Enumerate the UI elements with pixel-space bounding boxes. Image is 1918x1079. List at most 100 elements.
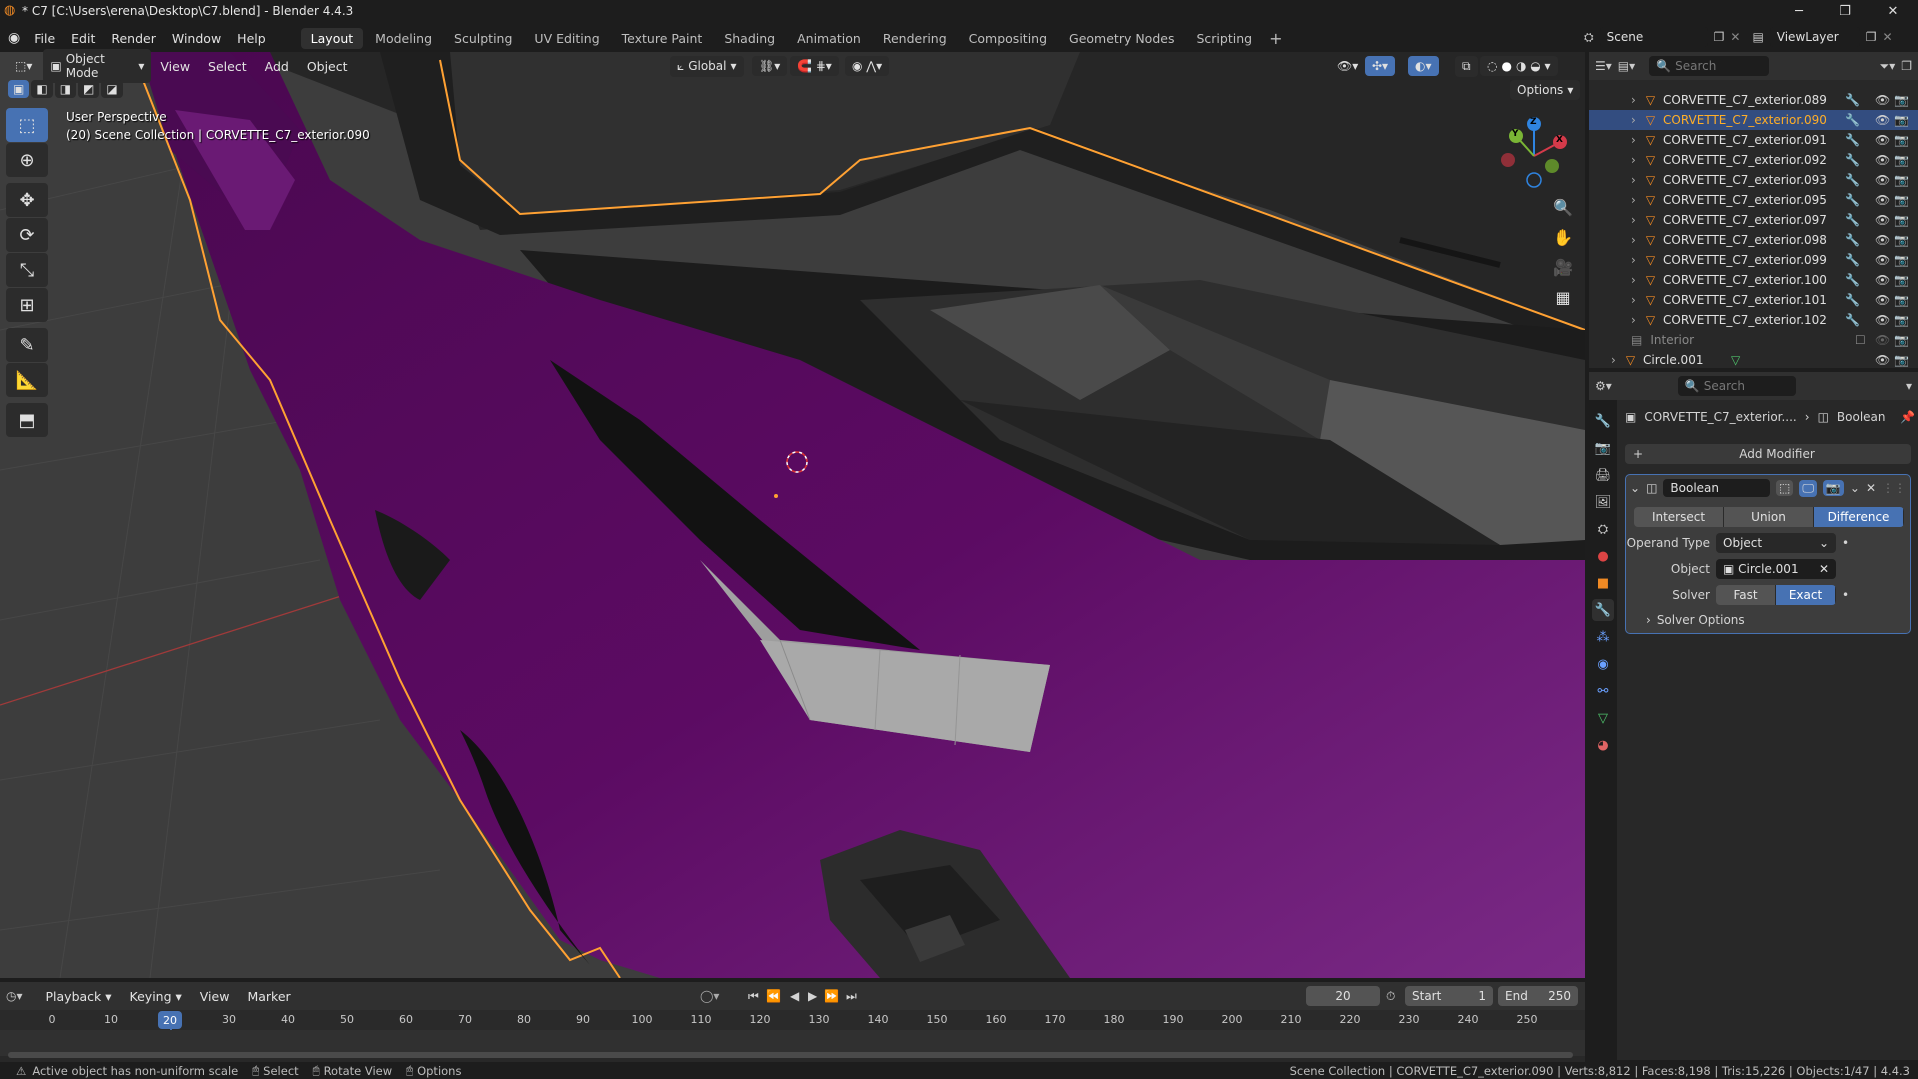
solver-fast-button[interactable]: Fast	[1716, 585, 1776, 605]
expand-arrow-icon[interactable]: ›	[1631, 273, 1636, 287]
modifier-wrench-icon[interactable]: 🔧	[1845, 93, 1860, 107]
timeline-ruler[interactable]: 0 10 20 30 40 50 60 70 80 90 100 110 120 130 140 150 160…	[0, 1010, 1585, 1055]
select-subtract-icon[interactable]: ◨	[54, 80, 77, 98]
pivot-selector[interactable]: ⛓▾	[752, 56, 788, 76]
measure-tool-icon[interactable]: 📐	[6, 363, 48, 397]
intersect-button[interactable]: Intersect	[1634, 507, 1724, 527]
overlay-toggle[interactable]: ◐▾	[1408, 56, 1439, 76]
union-button[interactable]: Union	[1724, 507, 1814, 527]
maximize-button[interactable]: ❐	[1822, 0, 1868, 22]
modifier-wrench-icon[interactable]: 🔧	[1845, 173, 1860, 187]
scale-tool-icon[interactable]: ⤡	[6, 253, 48, 287]
edit-mode-toggle-icon[interactable]: ⬚	[1776, 480, 1794, 496]
tab-texture-paint[interactable]: Texture Paint	[612, 28, 713, 49]
orientation-selector[interactable]: ⟀ Global ▾	[670, 55, 744, 77]
modifier-wrench-icon[interactable]: 🔧	[1845, 273, 1860, 287]
outliner-row[interactable]: › ▽ CORVETTE_C7_exterior.089 🔧 👁 📷	[1589, 90, 1918, 110]
start-frame-input[interactable]: Start 1	[1405, 986, 1493, 1006]
tab-modeling[interactable]: Modeling	[365, 28, 442, 49]
filter-icon[interactable]: ⏷▾	[1880, 59, 1896, 74]
delete-view-layer-icon[interactable]: ✕	[1883, 30, 1893, 44]
render-icon[interactable]: 📷	[1894, 233, 1909, 247]
constraints-tab-icon[interactable]: ⚯	[1592, 680, 1614, 702]
tab-shading[interactable]: Shading	[714, 28, 785, 49]
expand-arrow-icon[interactable]: ›	[1631, 133, 1636, 147]
gizmo-toggle[interactable]: ✣▾	[1365, 56, 1396, 76]
outliner-row-circle[interactable]: › ▽ Circle.001 ▽ 👁 📷	[1589, 350, 1918, 370]
navigation-gizmo[interactable]: Z X Y	[1490, 112, 1570, 192]
transform-tool-icon[interactable]: ⊞	[6, 288, 48, 322]
render-icon[interactable]: 📷	[1894, 93, 1909, 107]
modifier-wrench-icon[interactable]: 🔧	[1845, 213, 1860, 227]
viewport-menu-object[interactable]: Object	[298, 59, 357, 74]
pan-hand-icon[interactable]: ✋	[1548, 222, 1578, 252]
jump-start-icon[interactable]: ⏮	[748, 989, 759, 1004]
expand-arrow-icon[interactable]: ›	[1631, 253, 1636, 267]
expand-arrow-icon[interactable]: ›	[1611, 353, 1616, 367]
new-scene-icon[interactable]: ❐	[1714, 30, 1725, 44]
modifier-wrench-icon[interactable]: 🔧	[1845, 233, 1860, 247]
eye-icon[interactable]: 👁	[1875, 193, 1890, 207]
eye-icon[interactable]: 👁	[1875, 253, 1890, 267]
play-reverse-icon[interactable]: ◀	[790, 989, 799, 1003]
tab-sculpting[interactable]: Sculpting	[444, 28, 522, 49]
keyframe-dot-icon[interactable]: •	[1842, 536, 1849, 550]
add-workspace-icon[interactable]: +	[1269, 29, 1282, 48]
timeline-menu-keying[interactable]: Keying ▾	[121, 989, 191, 1004]
zoom-icon[interactable]: 🔍	[1548, 192, 1578, 222]
jump-end-icon[interactable]: ⏭	[846, 989, 857, 1004]
menu-window[interactable]: Window	[164, 31, 229, 46]
outliner-row[interactable]: › ▽ CORVETTE_C7_exterior.100 🔧 👁 📷	[1589, 270, 1918, 290]
next-keyframe-icon[interactable]: ⏩	[824, 989, 839, 1003]
render-icon[interactable]: 📷	[1894, 113, 1909, 127]
viewport-toggle-icon[interactable]: 🖵	[1799, 479, 1817, 497]
select-box-tool-icon[interactable]: ⬚	[6, 108, 48, 142]
eye-icon[interactable]: 👁	[1875, 173, 1890, 187]
select-intersect-icon[interactable]: ◪	[101, 80, 123, 98]
view-layer-tab-icon[interactable]: 🖼	[1592, 491, 1614, 513]
outliner-row-interior[interactable]: ▤ Interior ☐ 👁 📷	[1589, 330, 1918, 350]
select-invert-icon[interactable]: ◩	[78, 80, 100, 98]
tool-tab-icon[interactable]: 🔧	[1592, 410, 1614, 432]
render-icon[interactable]: 📷	[1894, 333, 1909, 347]
playhead[interactable]: 20	[158, 1011, 182, 1029]
minimize-button[interactable]: ─	[1776, 0, 1822, 22]
menu-edit[interactable]: Edit	[63, 31, 103, 46]
eye-icon[interactable]: 👁	[1875, 153, 1890, 167]
tab-compositing[interactable]: Compositing	[959, 28, 1057, 49]
options-button[interactable]: Options ▾	[1510, 80, 1581, 100]
xray-toggle[interactable]: ⧉	[1455, 55, 1478, 77]
view-layer-selector[interactable]: ViewLayer	[1769, 27, 1860, 47]
add-modifier-button[interactable]: + Add Modifier	[1625, 444, 1911, 464]
clear-object-icon[interactable]: ✕	[1819, 562, 1829, 576]
outliner-row[interactable]: › ▽ CORVETTE_C7_exterior.101 🔧 👁 📷	[1589, 290, 1918, 310]
viewport-menu-select[interactable]: Select	[199, 59, 256, 74]
tab-animation[interactable]: Animation	[787, 28, 871, 49]
tab-layout[interactable]: Layout	[300, 27, 364, 49]
collapse-arrow-icon[interactable]: ⌄	[1630, 481, 1640, 495]
outliner-row[interactable]: › ▽ CORVETTE_C7_exterior.097 🔧 👁 📷	[1589, 210, 1918, 230]
expand-arrow-icon[interactable]: ›	[1631, 213, 1636, 227]
exclude-checkbox[interactable]: ☐	[1855, 333, 1866, 347]
expand-arrow-icon[interactable]: ›	[1631, 313, 1636, 327]
data-tab-icon[interactable]: ▽	[1592, 707, 1614, 729]
output-tab-icon[interactable]: 🖨	[1592, 464, 1614, 486]
render-icon[interactable]: 📷	[1894, 293, 1909, 307]
difference-button[interactable]: Difference	[1814, 507, 1904, 527]
material-tab-icon[interactable]: ◕	[1592, 734, 1614, 756]
properties-options-icon[interactable]: ▾	[1906, 379, 1912, 393]
eye-icon[interactable]: 👁	[1875, 333, 1890, 347]
expand-arrow-icon[interactable]: ›	[1631, 233, 1636, 247]
prev-keyframe-icon[interactable]: ⏪	[766, 989, 781, 1003]
cursor-tool-icon[interactable]: ⊕	[6, 143, 48, 177]
solver-options-subpanel[interactable]: › Solver Options	[1626, 613, 1910, 627]
eye-icon[interactable]: 👁	[1875, 273, 1890, 287]
visibility-selector[interactable]: 👁▾	[1330, 56, 1365, 76]
menu-file[interactable]: File	[26, 31, 63, 46]
properties-search-input[interactable]: 🔍 Search	[1677, 376, 1796, 396]
eye-icon[interactable]: 👁	[1875, 353, 1890, 367]
drag-handle-icon[interactable]: ⋮⋮	[1882, 481, 1906, 495]
outliner-row-partial[interactable]	[1589, 82, 1918, 90]
render-icon[interactable]: 📷	[1894, 213, 1909, 227]
modifier-tab-icon[interactable]: 🔧	[1592, 599, 1614, 621]
